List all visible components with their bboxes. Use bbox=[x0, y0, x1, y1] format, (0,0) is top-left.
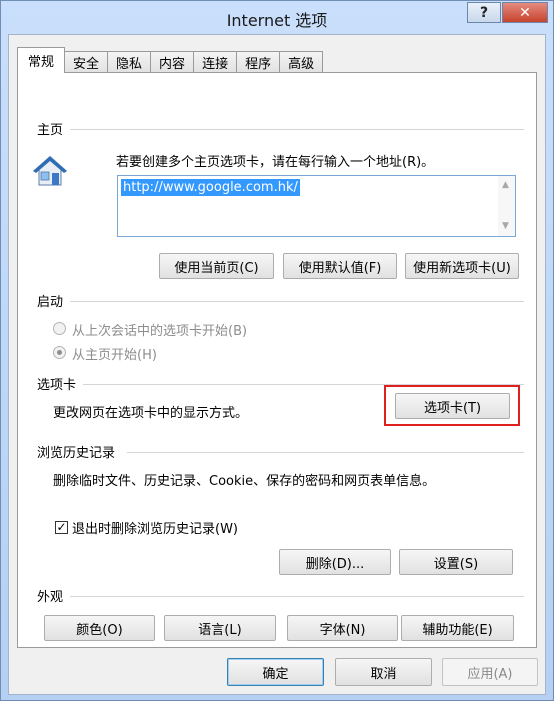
delete-on-exit-label: 退出时删除浏览历史记录(W) bbox=[72, 522, 238, 537]
home-instruction: 若要创建多个主页选项卡，请在每行输入一个地址(R)。 bbox=[116, 155, 435, 170]
home-icon bbox=[33, 156, 67, 186]
delete-on-exit-checkbox[interactable]: ✓ bbox=[55, 521, 68, 534]
use-current-button[interactable]: 使用当前页(C) bbox=[159, 253, 274, 279]
radio-home-page[interactable] bbox=[53, 346, 66, 359]
scroll-down-icon[interactable]: ▼ bbox=[502, 221, 509, 231]
startup-divider bbox=[70, 301, 524, 302]
use-new-tab-button[interactable]: 使用新选项卡(U) bbox=[405, 253, 519, 279]
home-group-title: 主页 bbox=[37, 123, 64, 138]
history-group-title: 浏览历史记录 bbox=[37, 446, 116, 461]
tab-strip: 常规 安全 隐私 内容 连接 程序 高级 bbox=[17, 47, 324, 73]
home-page-url: http://www.google.com.hk/ bbox=[121, 179, 300, 196]
title-bar: Internet 选项 ? ✕ bbox=[1, 1, 553, 35]
general-tab-panel: 主页 若要创建多个主页选项卡，请在每行输入一个地址(R)。 http://www… bbox=[17, 72, 537, 648]
accessibility-button[interactable]: 辅助功能(E) bbox=[401, 615, 514, 641]
history-description: 删除临时文件、历史记录、Cookie、保存的密码和网页表单信息。 bbox=[53, 474, 436, 489]
startup-group-title: 启动 bbox=[37, 295, 64, 310]
languages-button[interactable]: 语言(L) bbox=[164, 615, 276, 641]
tab-general[interactable]: 常规 bbox=[17, 47, 66, 73]
close-button[interactable]: ✕ bbox=[502, 2, 548, 23]
ok-button[interactable]: 确定 bbox=[227, 658, 324, 686]
colors-button[interactable]: 颜色(O) bbox=[44, 615, 155, 641]
appearance-divider bbox=[70, 596, 524, 597]
use-default-button[interactable]: 使用默认值(F) bbox=[283, 253, 397, 279]
help-button[interactable]: ? bbox=[467, 2, 501, 23]
tab-advanced[interactable]: 高级 bbox=[279, 51, 324, 73]
scroll-up-icon[interactable]: ▲ bbox=[502, 180, 509, 190]
home-divider bbox=[70, 129, 524, 130]
tab-privacy[interactable]: 隐私 bbox=[107, 51, 152, 73]
cancel-button[interactable]: 取消 bbox=[335, 658, 432, 686]
radio-last-session[interactable] bbox=[53, 322, 66, 335]
tab-content[interactable]: 内容 bbox=[150, 51, 195, 73]
tabs-settings-button[interactable]: 选项卡(T) bbox=[395, 393, 510, 419]
history-settings-button[interactable]: 设置(S) bbox=[399, 549, 513, 575]
fonts-button[interactable]: 字体(N) bbox=[287, 615, 398, 641]
radio-home-page-label: 从主页开始(H) bbox=[72, 348, 157, 363]
tab-programs[interactable]: 程序 bbox=[236, 51, 281, 73]
home-page-textarea[interactable]: http://www.google.com.hk/ ▲ ▼ bbox=[117, 175, 516, 237]
tabs-description: 更改网页在选项卡中的显示方式。 bbox=[53, 406, 249, 421]
radio-last-session-label: 从上次会话中的选项卡开始(B) bbox=[72, 324, 248, 339]
dialog-client: 常规 安全 隐私 内容 连接 程序 高级 主页 若要创建多个主页选项卡，请在每行… bbox=[8, 34, 546, 695]
tabs-group-title: 选项卡 bbox=[37, 378, 77, 393]
textarea-scrollbar[interactable]: ▲ ▼ bbox=[498, 176, 515, 236]
history-divider bbox=[127, 452, 524, 453]
tab-security[interactable]: 安全 bbox=[64, 51, 109, 73]
delete-history-button[interactable]: 删除(D)... bbox=[279, 549, 391, 575]
tab-connections[interactable]: 连接 bbox=[193, 51, 238, 73]
internet-options-window: Internet 选项 ? ✕ 常规 安全 隐私 内容 连接 程序 高级 主页 … bbox=[0, 0, 554, 701]
apply-button[interactable]: 应用(A) bbox=[442, 658, 538, 686]
appearance-group-title: 外观 bbox=[37, 590, 64, 605]
